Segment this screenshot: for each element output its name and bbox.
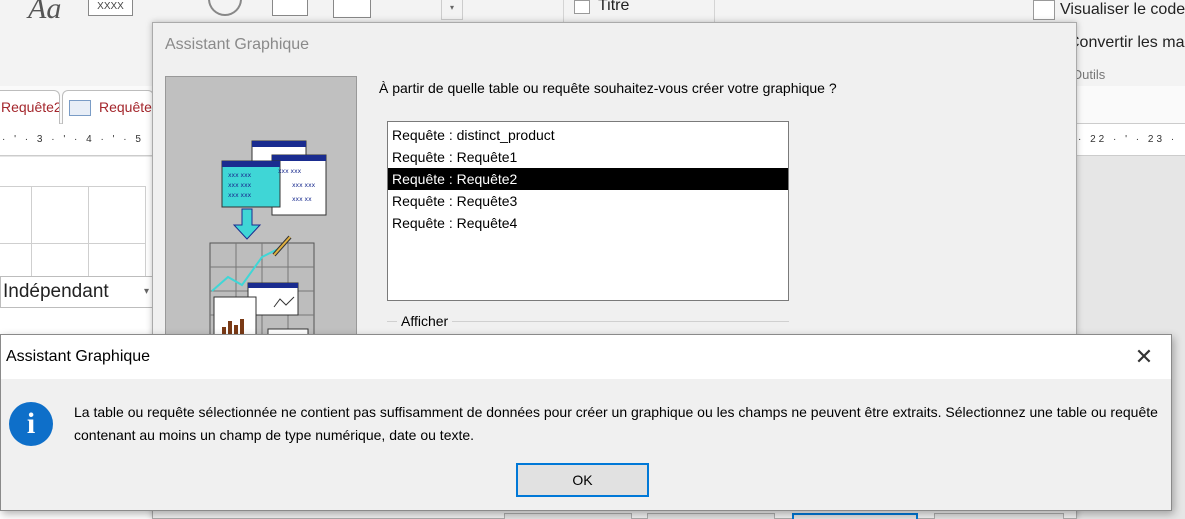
wizard-cancel-button[interactable] <box>504 513 632 519</box>
property-value: Indépendant <box>3 281 109 302</box>
title-button[interactable]: Titre <box>598 0 629 15</box>
list-item[interactable]: Requête : Requête4 <box>388 212 788 234</box>
svg-text:xxx xxx: xxx xxx <box>228 172 252 179</box>
svg-text:xxx xxx: xxx xxx <box>228 192 252 199</box>
tab-requete[interactable]: Requête <box>62 90 154 124</box>
source-listbox[interactable]: Requête : distinct_product Requête : Req… <box>387 121 789 301</box>
query-icon <box>69 100 91 117</box>
property-dropdown[interactable]: Indépendant <box>0 276 160 308</box>
list-item-selected[interactable]: Requête : Requête2 <box>388 168 788 190</box>
svg-text:xxx xxx: xxx xxx <box>292 182 316 189</box>
error-message-dialog: Assistant Graphique ✕ i La table ou requ… <box>0 334 1172 511</box>
title-icon <box>574 0 590 14</box>
svg-text:xxx xxx: xxx xxx <box>228 182 252 189</box>
grid-control-icon[interactable] <box>272 0 308 16</box>
wizard-finish-button[interactable] <box>934 513 1064 519</box>
font-style-gallery-icon[interactable]: Aa <box>28 0 61 26</box>
ruler-right-marks: · 22 · ' · 23 · <box>1078 134 1178 145</box>
dialog-message: La table ou requête sélectionnée ne cont… <box>74 404 1158 443</box>
tab-requete2[interactable]: Requête2 <box>0 90 60 124</box>
wizard-back-button[interactable] <box>647 513 775 519</box>
info-icon: i <box>9 402 53 446</box>
textbox-control-icon[interactable] <box>333 0 371 18</box>
grid-cell <box>88 243 146 277</box>
grid-cell <box>31 186 89 244</box>
ok-button[interactable]: OK <box>516 463 649 497</box>
list-item[interactable]: Requête : Requête3 <box>388 190 788 212</box>
grid-cell <box>0 186 32 244</box>
convert-macros-button[interactable]: Convertir les macros <box>1068 34 1185 52</box>
svg-text:xxx xxx: xxx xxx <box>278 168 302 175</box>
tab-label: Requête2 <box>1 99 60 115</box>
wizard-title: Assistant Graphique <box>165 36 310 53</box>
placeholder-control-icon[interactable]: XXXX <box>88 0 133 16</box>
view-code-button[interactable]: Visualiser le code <box>1060 1 1185 19</box>
wizard-next-button[interactable] <box>792 513 918 519</box>
chart-wizard-illustration: xxx xxx xxx xxx xxx xxx xxx xxx xxx xxx xxx … <box>165 76 357 366</box>
show-group-label: Afficher <box>397 313 453 329</box>
grid-cell <box>0 243 32 277</box>
list-item[interactable]: Requête : distinct_product <box>388 124 788 146</box>
dialog-titlebar: Assistant Graphique ✕ <box>1 335 1171 379</box>
globe-icon[interactable] <box>208 0 242 16</box>
view-code-icon <box>1033 0 1055 20</box>
tab-label: Requête <box>99 99 152 115</box>
svg-text:xxx xx: xxx xx <box>292 196 312 203</box>
list-item[interactable]: Requête : Requête1 <box>388 146 788 168</box>
grid-cell <box>31 243 89 277</box>
wizard-question: À partir de quelle table ou requête souh… <box>379 80 837 96</box>
dialog-title: Assistant Graphique <box>6 348 151 365</box>
gallery-more-button[interactable]: ▾ <box>441 0 463 20</box>
close-icon[interactable]: ✕ <box>1129 343 1159 373</box>
ruler-left-marks: · ' · 3 · ' · 4 · ' · 5 <box>2 134 144 145</box>
grid-cell <box>88 186 146 244</box>
